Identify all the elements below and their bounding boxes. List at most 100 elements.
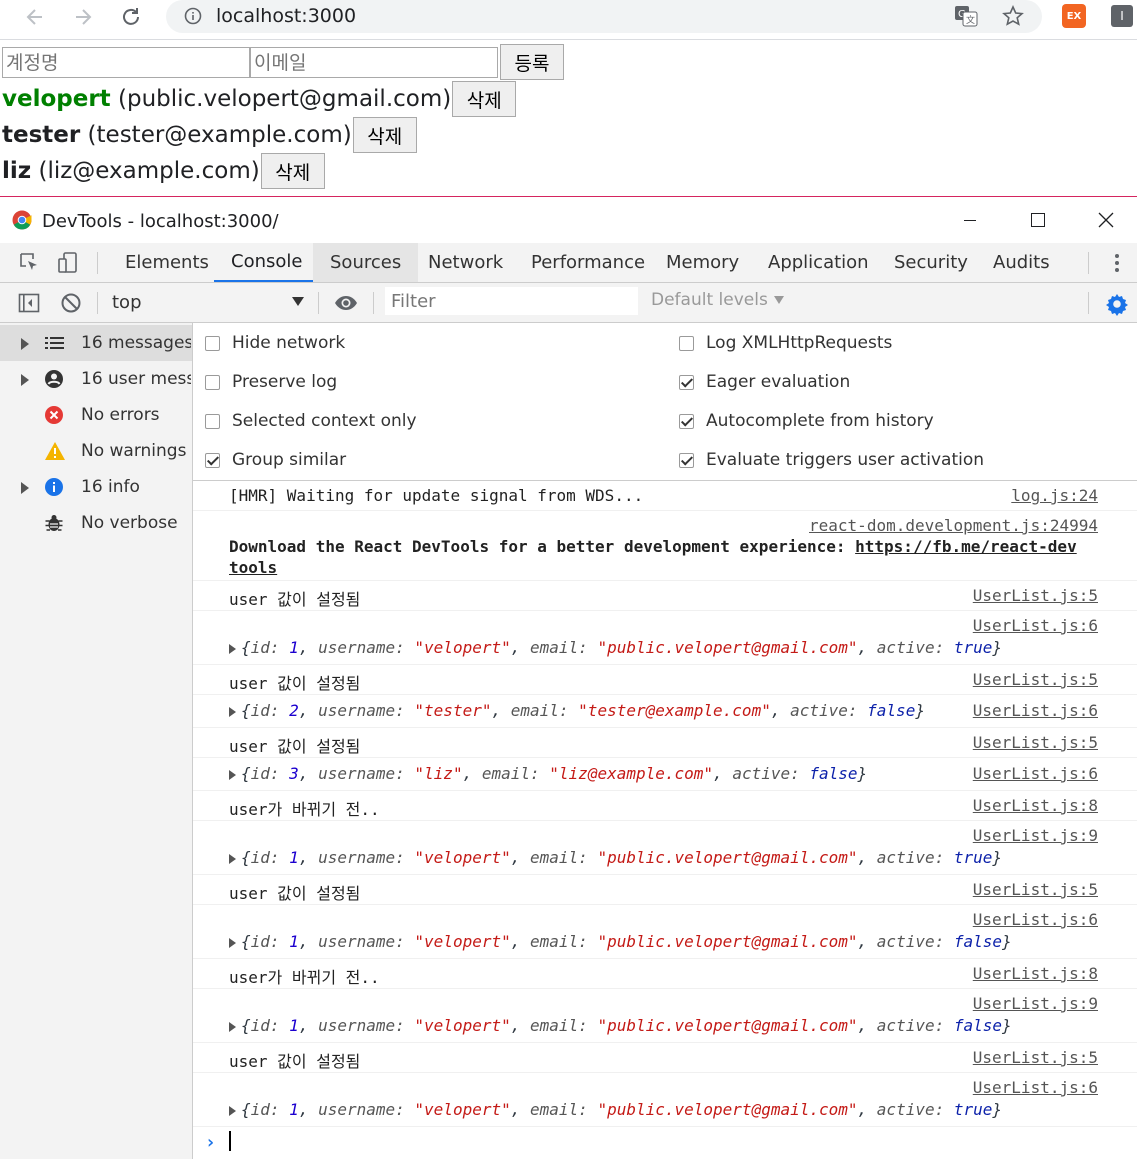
close-button[interactable]	[1091, 207, 1121, 233]
selected-context-option[interactable]: Selected context only	[205, 408, 417, 434]
source-link[interactable]: UserList.js:5	[973, 670, 1098, 689]
more-options-icon[interactable]	[1108, 251, 1126, 275]
log-xhr-checkbox[interactable]	[679, 335, 694, 351]
user-name[interactable]: velopert	[2, 86, 111, 112]
source-link[interactable]: UserList.js:6	[973, 1078, 1098, 1097]
expand-triangle-icon[interactable]	[229, 643, 236, 654]
expand-arrow-icon[interactable]	[21, 374, 29, 386]
clear-console-icon[interactable]	[60, 292, 82, 314]
sidebar-item-user-messages[interactable]: 16 user messages	[0, 361, 192, 397]
preserve-log-checkbox[interactable]	[205, 374, 220, 390]
url-text[interactable]: localhost:3000	[216, 5, 356, 27]
source-link[interactable]: UserList.js:5	[973, 733, 1098, 752]
react-devtools-link[interactable]: https://fb.me/react-dev	[855, 537, 1077, 556]
source-link[interactable]: UserList.js:9	[973, 994, 1098, 1013]
object-preview[interactable]: {id: 1, username: "velopert", email: "pu…	[229, 848, 1002, 867]
console-filter-input[interactable]	[385, 287, 638, 315]
group-similar-checkbox[interactable]	[205, 452, 220, 468]
source-link[interactable]: UserList.js:8	[973, 796, 1098, 815]
log-levels-dropdown[interactable]: Default levels	[651, 290, 784, 310]
source-link[interactable]: react-dom.development.js:24994	[809, 516, 1098, 535]
user-name[interactable]: liz	[2, 158, 31, 184]
source-link[interactable]: UserList.js:8	[973, 964, 1098, 983]
source-link[interactable]: UserList.js:6	[973, 701, 1098, 720]
forward-button[interactable]	[68, 4, 98, 30]
tab-elements[interactable]: Elements	[108, 243, 226, 282]
source-link[interactable]: UserList.js:6	[973, 910, 1098, 929]
sidebar-item-errors[interactable]: No errors	[0, 397, 192, 433]
eager-evaluation-option[interactable]: Eager evaluation	[679, 369, 850, 395]
hide-network-option[interactable]: Hide network	[205, 330, 345, 356]
object-preview[interactable]: {id: 1, username: "velopert", email: "pu…	[229, 1100, 1002, 1119]
expand-arrow-icon[interactable]	[21, 338, 29, 350]
tab-memory[interactable]: Memory	[649, 243, 756, 282]
source-link[interactable]: UserList.js:5	[973, 880, 1098, 899]
tab-security[interactable]: Security	[877, 243, 985, 282]
device-toolbar-icon[interactable]	[56, 251, 80, 275]
selected-context-checkbox[interactable]	[205, 413, 220, 429]
tab-console[interactable]: Console	[214, 243, 320, 282]
source-link[interactable]: log.js:24	[1011, 486, 1098, 505]
back-button[interactable]	[20, 4, 50, 30]
console-settings-gear-icon[interactable]	[1105, 292, 1129, 316]
sidebar-item-verbose[interactable]: No verbose	[0, 505, 192, 541]
delete-button[interactable]: 삭제	[260, 153, 325, 189]
source-link[interactable]: UserList.js:5	[973, 586, 1098, 605]
preserve-log-option[interactable]: Preserve log	[205, 369, 337, 395]
autocomplete-history-option[interactable]: Autocomplete from history	[679, 408, 934, 434]
source-link[interactable]: UserList.js:6	[973, 616, 1098, 635]
context-selector[interactable]: top	[112, 289, 308, 315]
inspect-element-icon[interactable]	[18, 251, 40, 273]
user-activation-option[interactable]: Evaluate triggers user activation	[679, 447, 984, 473]
expand-arrow-icon[interactable]	[21, 482, 29, 494]
profile-avatar[interactable]: I	[1111, 5, 1133, 27]
hide-network-checkbox[interactable]	[205, 335, 220, 351]
log-xhr-option[interactable]: Log XMLHttpRequests	[679, 330, 892, 356]
autocomplete-history-checkbox[interactable]	[679, 413, 694, 429]
react-devtools-link-cont[interactable]: tools	[229, 558, 277, 577]
eager-evaluation-checkbox[interactable]	[679, 374, 694, 390]
delete-button[interactable]: 삭제	[352, 117, 417, 153]
devtools-tabbar: Elements Console Sources Network Perform…	[0, 243, 1137, 283]
expand-triangle-icon[interactable]	[229, 1105, 236, 1116]
expand-triangle-icon[interactable]	[229, 769, 236, 780]
extension-icon[interactable]: EX	[1062, 4, 1086, 28]
tab-application[interactable]: Application	[751, 243, 886, 282]
address-bar[interactable]: localhost:3000 G文	[166, 0, 1042, 33]
expand-triangle-icon[interactable]	[229, 853, 236, 864]
source-link[interactable]: UserList.js:5	[973, 1048, 1098, 1067]
username-input[interactable]	[2, 47, 250, 78]
maximize-button[interactable]	[1023, 207, 1053, 233]
sidebar-toggle-icon[interactable]	[18, 292, 40, 314]
console-input-cursor[interactable]	[229, 1131, 231, 1151]
object-preview[interactable]: {id: 1, username: "velopert", email: "pu…	[229, 638, 1002, 657]
object-preview[interactable]: {id: 2, username: "tester", email: "test…	[229, 701, 925, 720]
sidebar-item-messages[interactable]: 16 messages	[0, 325, 192, 361]
tab-audits[interactable]: Audits	[976, 243, 1067, 282]
eye-icon[interactable]	[333, 292, 359, 314]
sidebar-item-warnings[interactable]: No warnings	[0, 433, 192, 469]
user-activation-checkbox[interactable]	[679, 452, 694, 468]
expand-triangle-icon[interactable]	[229, 1021, 236, 1032]
object-preview[interactable]: {id: 1, username: "velopert", email: "pu…	[229, 1016, 1012, 1035]
tab-network[interactable]: Network	[411, 243, 520, 282]
expand-triangle-icon[interactable]	[229, 706, 236, 717]
minimize-button[interactable]	[955, 207, 985, 233]
email-input[interactable]	[250, 47, 498, 78]
user-name[interactable]: tester	[2, 122, 80, 148]
expand-triangle-icon[interactable]	[229, 937, 236, 948]
object-preview[interactable]: {id: 3, username: "liz", email: "liz@exa…	[229, 764, 867, 783]
sidebar-item-info[interactable]: 16 info	[0, 469, 192, 505]
delete-button[interactable]: 삭제	[452, 81, 517, 117]
group-similar-option[interactable]: Group similar	[205, 447, 346, 473]
source-link[interactable]: UserList.js:6	[973, 764, 1098, 783]
info-icon[interactable]	[184, 7, 202, 25]
object-preview[interactable]: {id: 1, username: "velopert", email: "pu…	[229, 932, 1012, 951]
reload-button[interactable]	[116, 4, 146, 30]
bookmark-star-icon[interactable]	[1002, 5, 1024, 27]
tab-performance[interactable]: Performance	[514, 243, 662, 282]
translate-icon[interactable]: G文	[954, 5, 978, 27]
source-link[interactable]: UserList.js:9	[973, 826, 1098, 845]
tab-sources[interactable]: Sources	[313, 243, 419, 282]
register-button[interactable]: 등록	[500, 44, 564, 80]
